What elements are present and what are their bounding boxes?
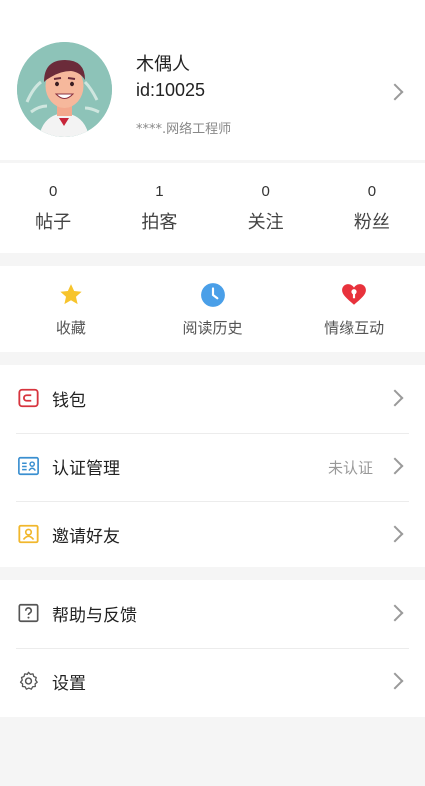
menu-label: 钱包	[52, 391, 86, 411]
chevron-right-icon	[386, 457, 404, 475]
stat-label: 粉丝	[353, 212, 390, 233]
quick-actions: 收藏 阅读历史 情缘互动	[0, 266, 425, 352]
help-icon	[18, 603, 39, 623]
verification-status: 未认证	[327, 459, 373, 477]
profile-id: id:10025	[136, 80, 206, 100]
stats-bar: 0 帖子 1 拍客 0 关注 0 粉丝	[0, 163, 425, 253]
stat-value: 0	[48, 183, 58, 200]
menu-item-wallet[interactable]: 钱包	[0, 365, 425, 433]
profile-title: ****.网络工程师	[136, 122, 232, 137]
menu-item-verification[interactable]: 认证管理 未认证	[0, 433, 425, 501]
stat-label: 拍客	[141, 212, 178, 233]
quick-favorites[interactable]: 收藏	[0, 266, 142, 352]
menu-group-primary: 钱包 认证管理 未认证 邀请好友	[0, 365, 425, 567]
avatar-image	[17, 42, 112, 137]
chevron-right-icon	[386, 672, 404, 690]
stat-followers[interactable]: 0 粉丝	[319, 163, 425, 253]
quick-label: 阅读历史	[182, 319, 243, 337]
chevron-right-icon	[386, 83, 404, 101]
menu-label: 认证管理	[52, 459, 120, 479]
stat-following[interactable]: 0 关注	[213, 163, 319, 253]
stat-label: 关注	[247, 212, 284, 233]
menu-label: 邀请好友	[52, 527, 120, 547]
profile-name: 木偶人	[136, 54, 190, 75]
chevron-right-icon	[386, 604, 404, 622]
stat-value: 0	[367, 183, 377, 200]
quick-history[interactable]: 阅读历史	[142, 266, 284, 352]
heart-lock-icon	[342, 284, 367, 305]
quick-interaction[interactable]: 情缘互动	[283, 266, 425, 352]
stat-label: 帖子	[35, 212, 72, 233]
quick-label: 情缘互动	[324, 319, 385, 337]
stat-paike[interactable]: 1 拍客	[106, 163, 212, 253]
menu-label: 设置	[52, 674, 86, 694]
quick-label: 收藏	[55, 319, 86, 337]
id-card-icon	[18, 456, 39, 476]
stat-value: 1	[155, 183, 164, 200]
gear-icon	[19, 671, 38, 690]
wallet-icon	[18, 388, 39, 408]
menu-item-settings[interactable]: 设置	[0, 648, 425, 716]
menu-group-secondary: 帮助与反馈 设置	[0, 580, 425, 717]
menu-item-help[interactable]: 帮助与反馈	[0, 580, 425, 648]
profile-header[interactable]: 木偶人 id:10025 ****.网络工程师	[0, 0, 425, 160]
chevron-right-icon	[386, 389, 404, 407]
stat-posts[interactable]: 0 帖子	[0, 163, 106, 253]
stat-value: 0	[261, 183, 270, 200]
clock-icon	[200, 283, 225, 307]
avatar[interactable]	[17, 42, 112, 137]
star-icon	[60, 284, 82, 305]
menu-item-invite[interactable]: 邀请好友	[0, 501, 425, 569]
invite-icon	[18, 524, 39, 544]
chevron-right-icon	[386, 525, 404, 543]
menu-label: 帮助与反馈	[52, 606, 137, 626]
